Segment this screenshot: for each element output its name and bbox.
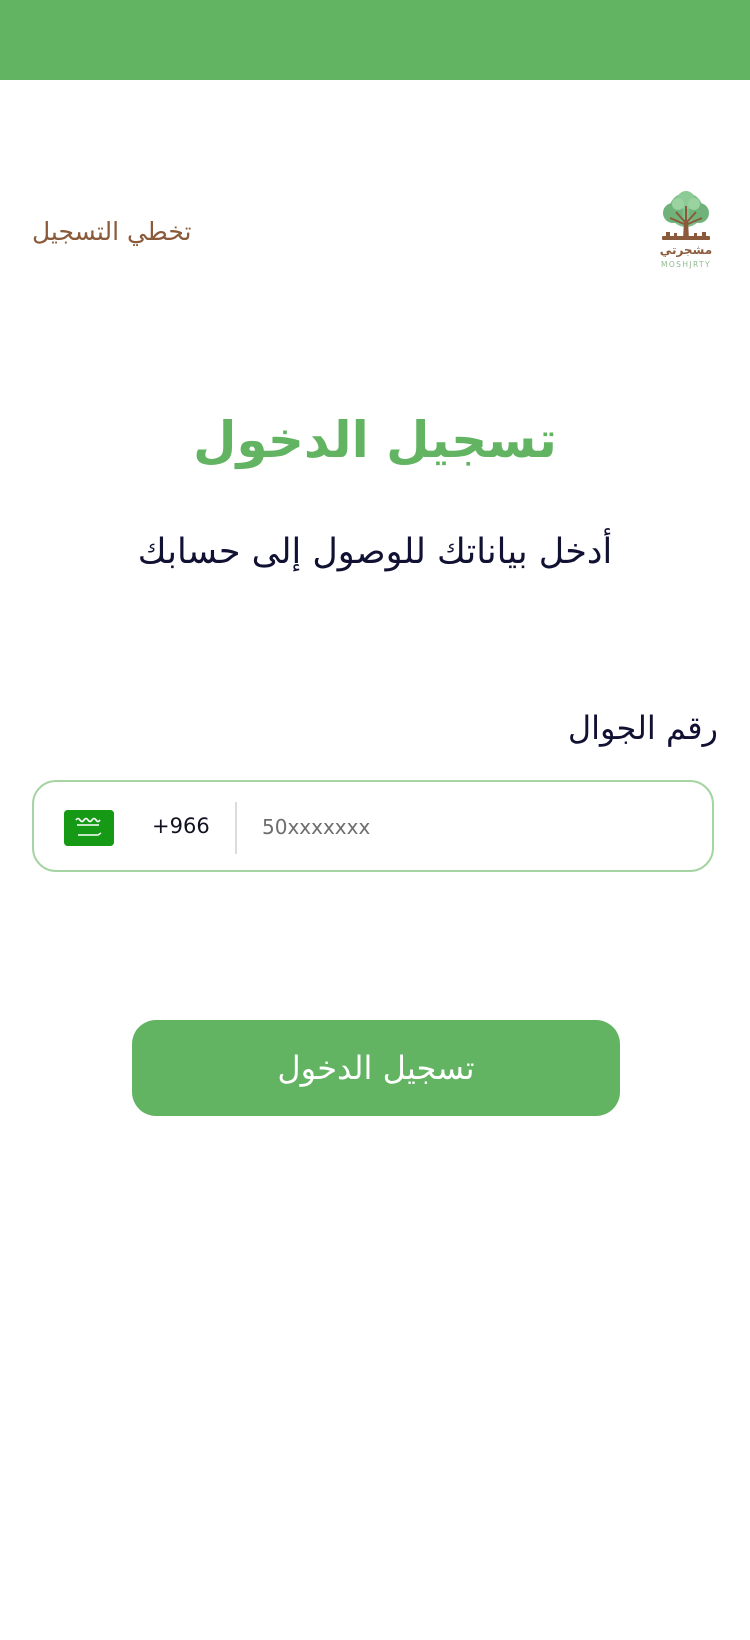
phone-field-label: رقم الجوال bbox=[567, 709, 718, 747]
app-logo: مشجرتي MOSHJRTY bbox=[656, 190, 716, 272]
login-button[interactable]: تسجيل الدخول bbox=[132, 1020, 620, 1116]
page-title: تسجيل الدخول bbox=[193, 411, 557, 469]
country-dial-code[interactable]: +966 bbox=[152, 809, 210, 843]
phone-input-container: +966 bbox=[32, 780, 714, 872]
tree-logo-icon bbox=[662, 191, 710, 240]
saudi-flag-icon[interactable] bbox=[64, 810, 114, 846]
skip-registration-link[interactable]: تخطي التسجيل bbox=[32, 213, 191, 251]
logo-wordmark-latin: MOSHJRTY bbox=[660, 260, 711, 269]
login-screen: مشجرتي MOSHJRTY تخطي التسجيل تسجيل الدخو… bbox=[0, 0, 750, 1640]
status-bar bbox=[0, 0, 750, 80]
page-subtitle: أدخل بياناتك للوصول إلى حسابك bbox=[137, 532, 613, 572]
input-divider bbox=[235, 802, 237, 854]
logo-wordmark: مشجرتي bbox=[659, 243, 713, 257]
phone-number-input[interactable] bbox=[262, 800, 682, 854]
